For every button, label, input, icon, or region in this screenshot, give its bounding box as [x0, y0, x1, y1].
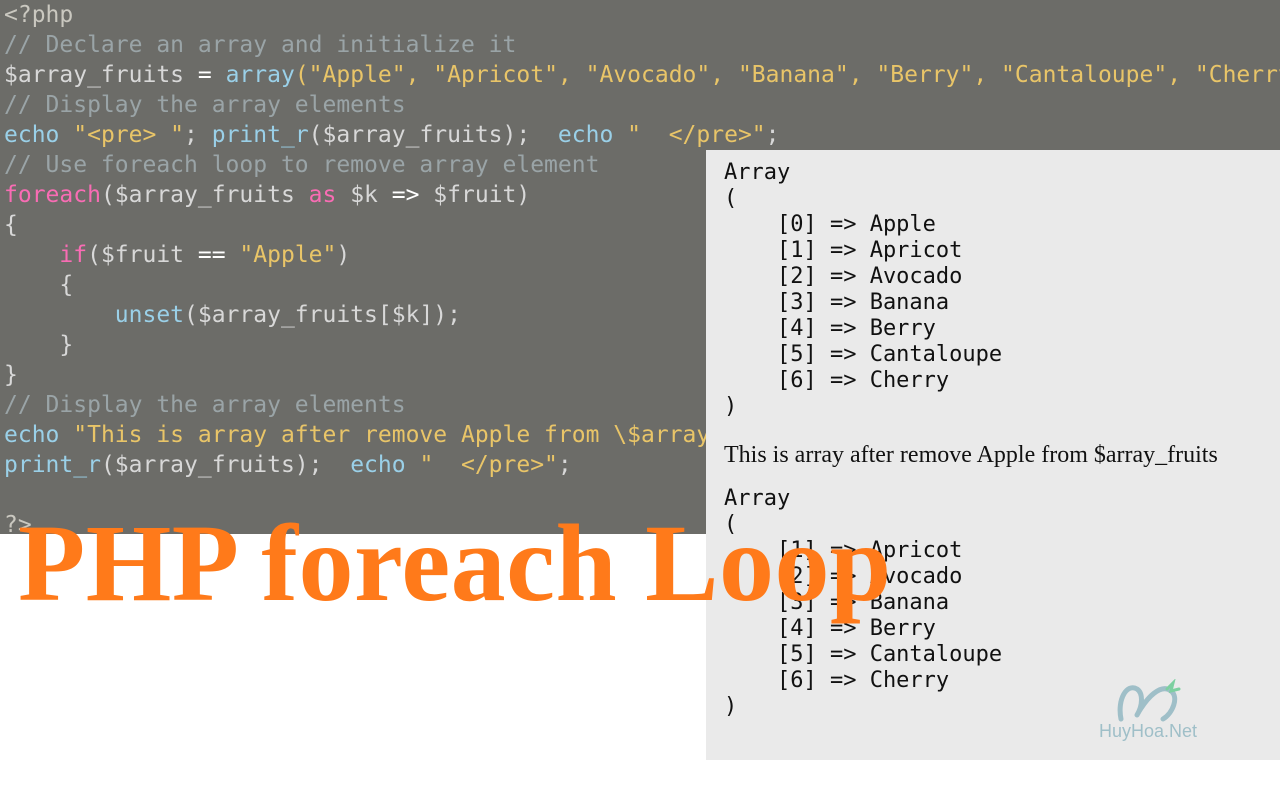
output-array2-item: [5] => Cantaloupe [724, 642, 1262, 668]
watermark-text: HuyHoa.Net [1088, 721, 1208, 742]
code-line: echo "<pre> "; print_r($array_fruits); e… [4, 122, 780, 148]
output-array1-item: [6] => Cherry [724, 368, 1262, 394]
code-line: { [4, 212, 18, 238]
code-line: $array_fruits = array("Apple", "Apricot"… [4, 62, 1280, 88]
output-array1-item: [3] => Banana [724, 290, 1262, 316]
output-array1-item: [4] => Berry [724, 316, 1262, 342]
output-array1-item: [1] => Apricot [724, 238, 1262, 264]
output-array1-header: Array [724, 160, 1262, 186]
code-line: // Display the array elements [4, 92, 406, 118]
code-line: if($fruit == "Apple") [4, 242, 350, 268]
output-array1-open: ( [724, 186, 1262, 212]
output-array1-item: [2] => Avocado [724, 264, 1262, 290]
code-line: // Use foreach loop to remove array elem… [4, 152, 599, 178]
page-title: PHP foreach Loop [18, 508, 892, 618]
code-line: { [4, 272, 73, 298]
output-array1-close: ) [724, 394, 1262, 420]
code-line: foreach($array_fruits as $k => $fruit) [4, 182, 530, 208]
watermark: HuyHoa.Net [1088, 679, 1208, 742]
code-line: unset($array_fruits[$k]); [4, 302, 461, 328]
code-line: <?php [4, 2, 73, 28]
output-array1-item: [0] => Apple [724, 212, 1262, 238]
code-line: // Declare an array and initialize it [4, 32, 516, 58]
code-line: } [4, 362, 18, 388]
output-between-text: This is array after remove Apple from $a… [724, 442, 1262, 468]
code-line: // Display the array elements [4, 392, 406, 418]
code-line: } [4, 332, 73, 358]
code-line: print_r($array_fruits); echo " </pre>"; [4, 452, 572, 478]
output-panel: Array ( [0] => Apple [1] => Apricot [2] … [706, 150, 1280, 760]
output-array1-item: [5] => Cantaloupe [724, 342, 1262, 368]
watermark-icon [1113, 679, 1183, 725]
